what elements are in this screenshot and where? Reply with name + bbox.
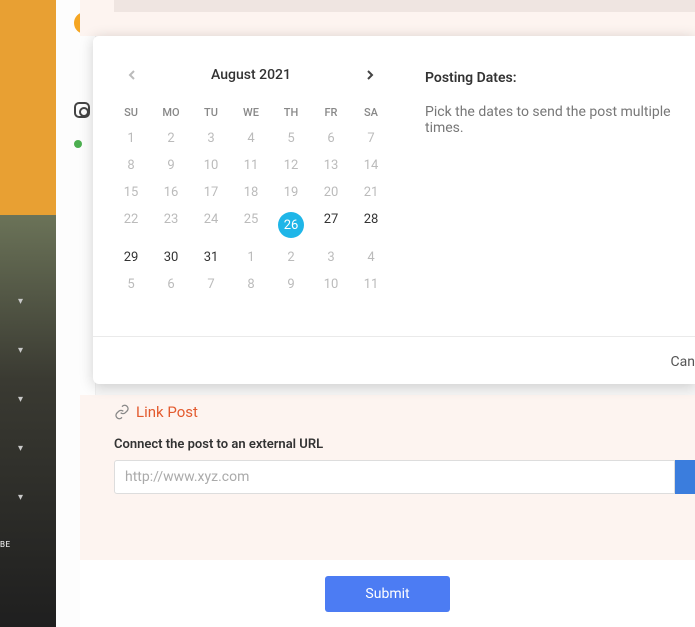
calendar-day[interactable]: 21 — [351, 179, 391, 206]
calendar-day[interactable]: 5 — [111, 271, 151, 298]
calendar-day[interactable]: 27 — [311, 206, 351, 244]
calendar-day[interactable]: 3 — [311, 244, 351, 271]
sidebar-background: ▾ ▾ ▾ ▾ ▾ BE — [0, 0, 56, 627]
top-background — [80, 0, 695, 36]
url-submit-button[interactable] — [675, 460, 695, 494]
calendar-day[interactable]: 13 — [311, 152, 351, 179]
calendar-next-button[interactable] — [359, 64, 381, 86]
date-picker-modal: August 2021 SUMOTUWETHFRSA12345678910111… — [93, 36, 695, 384]
link-icon — [114, 404, 130, 420]
calendar-day[interactable]: 6 — [311, 125, 351, 152]
calendar-dow: SU — [111, 100, 151, 125]
calendar-day[interactable]: 2 — [151, 125, 191, 152]
calendar-day[interactable]: 11 — [351, 271, 391, 298]
calendar-grid: SUMOTUWETHFRSA12345678910111213141516171… — [111, 100, 391, 298]
status-dot-icon — [74, 140, 82, 148]
calendar-day[interactable]: 7 — [191, 271, 231, 298]
sidebar-orange — [0, 0, 56, 215]
sidebar-label: BE — [0, 540, 11, 549]
calendar-day[interactable]: 20 — [311, 179, 351, 206]
calendar-day[interactable]: 1 — [111, 125, 151, 152]
calendar-day[interactable]: 5 — [271, 125, 311, 152]
calendar-day[interactable]: 2 — [271, 244, 311, 271]
link-post-header: Link Post — [114, 403, 695, 421]
calendar-day[interactable]: 19 — [271, 179, 311, 206]
posting-dates-description: Pick the dates to send the post multiple… — [425, 104, 695, 136]
calendar-dow: SA — [351, 100, 391, 125]
calendar-day[interactable]: 10 — [311, 271, 351, 298]
calendar: August 2021 SUMOTUWETHFRSA12345678910111… — [111, 64, 391, 318]
calendar-dow: TU — [191, 100, 231, 125]
calendar-day[interactable]: 6 — [151, 271, 191, 298]
calendar-day[interactable]: 3 — [191, 125, 231, 152]
calendar-day[interactable]: 28 — [351, 206, 391, 244]
calendar-prev-button[interactable] — [121, 64, 143, 86]
calendar-day[interactable]: 12 — [271, 152, 311, 179]
calendar-day[interactable]: 18 — [231, 179, 271, 206]
footer: Submit — [80, 560, 695, 627]
calendar-day[interactable]: 10 — [191, 152, 231, 179]
sidebar-image — [0, 215, 56, 627]
top-inner-strip — [114, 0, 695, 12]
calendar-day[interactable]: 7 — [351, 125, 391, 152]
cancel-button[interactable]: Can — [671, 354, 695, 370]
calendar-day[interactable]: 29 — [111, 244, 151, 271]
sidebar-caret-icon[interactable]: ▾ — [18, 443, 23, 454]
calendar-day[interactable]: 30 — [151, 244, 191, 271]
calendar-day[interactable]: 15 — [111, 179, 151, 206]
calendar-day[interactable]: 24 — [191, 206, 231, 244]
link-post-title: Link Post — [136, 403, 198, 421]
calendar-dow: FR — [311, 100, 351, 125]
calendar-day[interactable]: 8 — [231, 271, 271, 298]
calendar-day[interactable]: 16 — [151, 179, 191, 206]
sidebar-caret-icon[interactable]: ▾ — [18, 492, 23, 503]
sidebar-caret-icon[interactable]: ▾ — [18, 345, 23, 356]
submit-button[interactable]: Submit — [325, 576, 449, 612]
link-post-section: Link Post Connect the post to an externa… — [80, 395, 695, 575]
url-input-row — [114, 460, 695, 494]
calendar-dow: WE — [231, 100, 271, 125]
sidebar-caret-icon[interactable]: ▾ — [18, 296, 23, 307]
calendar-day[interactable]: 11 — [231, 152, 271, 179]
calendar-dow: MO — [151, 100, 191, 125]
calendar-day[interactable]: 1 — [231, 244, 271, 271]
calendar-day[interactable]: 4 — [231, 125, 271, 152]
calendar-day[interactable]: 9 — [151, 152, 191, 179]
calendar-day[interactable]: 9 — [271, 271, 311, 298]
url-input[interactable] — [114, 460, 675, 494]
calendar-day[interactable]: 26 — [271, 206, 311, 244]
modal-footer: Can — [93, 336, 695, 384]
calendar-day[interactable]: 4 — [351, 244, 391, 271]
calendar-day[interactable]: 17 — [191, 179, 231, 206]
calendar-day[interactable]: 8 — [111, 152, 151, 179]
posting-dates-info: Posting Dates: Pick the dates to send th… — [391, 64, 695, 318]
calendar-dow: TH — [271, 100, 311, 125]
calendar-day[interactable]: 14 — [351, 152, 391, 179]
calendar-day[interactable]: 22 — [111, 206, 151, 244]
calendar-month-title: August 2021 — [211, 67, 291, 83]
sidebar-caret-icon[interactable]: ▾ — [18, 394, 23, 405]
calendar-day[interactable]: 31 — [191, 244, 231, 271]
posting-dates-title: Posting Dates: — [425, 70, 695, 86]
connect-url-label: Connect the post to an external URL — [114, 437, 695, 452]
instagram-icon[interactable] — [74, 102, 90, 118]
calendar-day[interactable]: 23 — [151, 206, 191, 244]
calendar-day[interactable]: 25 — [231, 206, 271, 244]
